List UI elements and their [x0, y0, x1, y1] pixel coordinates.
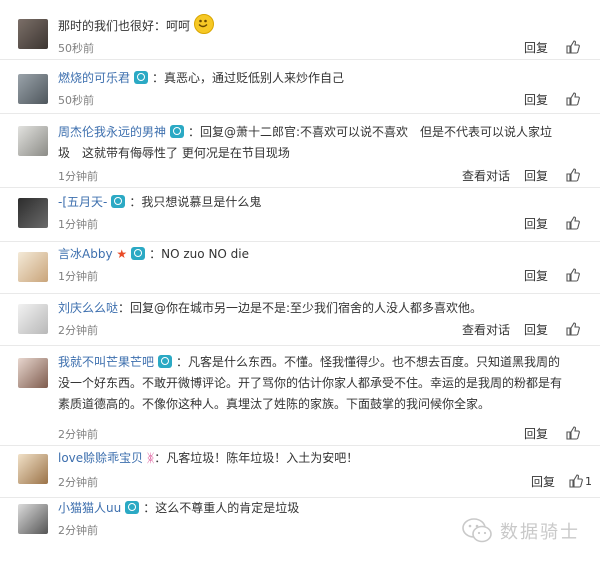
comment-item: 我就不叫芒果芒吧 ：凡客是什么东西。不懂。怪我懂得少。也不想去百度。只知道黑我周的…	[0, 346, 600, 446]
comment-text: love赊赊乖宝贝 ᛤ：凡客垃圾！陈年垃圾！入土为安吧！	[58, 451, 359, 465]
wechat-icon	[462, 518, 492, 543]
comment-item: -[五月天- ：我只想说慕旦是什么鬼 1分钟前 回复	[0, 188, 600, 242]
avatar[interactable]	[18, 19, 48, 49]
thumbs-up-icon	[566, 168, 580, 182]
like-button[interactable]	[562, 424, 584, 442]
camera-badge-icon	[158, 355, 173, 368]
camera-badge-icon	[170, 125, 185, 138]
avatar[interactable]	[18, 198, 48, 228]
avatar[interactable]	[18, 304, 48, 334]
comment-item: 言冰Abby ★ ：NO zuo NO die 1分钟前 回复	[0, 242, 600, 294]
username-link[interactable]: -[五月天-	[58, 195, 107, 209]
comment-item: 燃烧的可乐君 ：真恶心，通过贬低别人来炒作自己 50秒前 回复	[0, 60, 600, 114]
like-button[interactable]: 1	[569, 472, 592, 490]
avatar[interactable]	[18, 74, 48, 104]
comment-time: 2分钟前	[58, 476, 98, 489]
camera-badge-icon	[131, 247, 146, 260]
watermark: 数据骑士	[462, 518, 580, 544]
avatar[interactable]	[18, 358, 48, 388]
thumbs-up-icon	[566, 268, 580, 282]
comment-time: 50秒前	[58, 94, 94, 107]
comment-time: 2分钟前	[58, 428, 98, 441]
comment-time: 50秒前	[58, 42, 94, 55]
like-button[interactable]	[562, 214, 584, 232]
reply-button[interactable]: 回复	[524, 425, 548, 442]
username-link[interactable]: 燃烧的可乐君	[58, 71, 130, 85]
avatar[interactable]	[18, 504, 48, 534]
username-link[interactable]: 我就不叫芒果芒吧	[58, 355, 154, 369]
camera-badge-icon	[125, 501, 140, 514]
like-button[interactable]	[562, 266, 584, 284]
comment-text: 小猫猫人uu ：这么不尊重人的肯定是垃圾	[58, 501, 300, 515]
thumbs-up-icon	[569, 474, 583, 488]
reply-button[interactable]: 回复	[524, 91, 548, 108]
comment-text: 那时的我们也很好：呵呵	[58, 14, 562, 37]
username-link[interactable]: 小猫猫人uu	[58, 501, 121, 515]
comment-time: 1分钟前	[58, 218, 98, 231]
like-button[interactable]	[562, 38, 584, 56]
avatar[interactable]	[18, 252, 48, 282]
comment-text: 刘庆么么哒：回复@你在城市另一边是不是:至少我们宿舍的人没人都多喜欢他。	[58, 301, 483, 315]
comment-item: 那时的我们也很好：呵呵 50秒前 回复	[0, 0, 600, 60]
avatar[interactable]	[18, 126, 48, 156]
comment-text: 周杰伦我永远的男神 ：回复@萧十二郎官:不喜欢可以说不喜欢 但是不代表可以说人家垃…	[58, 125, 553, 160]
username-link[interactable]: love赊赊乖宝贝	[58, 451, 143, 465]
view-conversation-button[interactable]: 查看对话	[462, 321, 510, 338]
thumbs-up-icon	[566, 40, 580, 54]
comment-time: 2分钟前	[58, 324, 98, 337]
comment-list: 那时的我们也很好：呵呵 50秒前 回复 燃烧的可乐君 ：真恶心，通过贬低别人来炒…	[0, 0, 600, 562]
camera-badge-icon	[134, 71, 149, 84]
avatar[interactable]	[18, 454, 48, 484]
comment-item: love赊赊乖宝贝 ᛤ：凡客垃圾！陈年垃圾！入土为安吧！ 2分钟前 回复 1	[0, 446, 600, 498]
reply-button[interactable]: 回复	[524, 321, 548, 338]
comment-text: -[五月天- ：我只想说慕旦是什么鬼	[58, 195, 262, 209]
thumbs-up-icon	[566, 216, 580, 230]
camera-badge-icon	[111, 195, 126, 208]
reply-button[interactable]: 回复	[531, 473, 555, 490]
view-conversation-button[interactable]: 查看对话	[462, 167, 510, 184]
username-link[interactable]: 周杰伦我永远的男神	[58, 125, 166, 139]
comment-text: 言冰Abby ★ ：NO zuo NO die	[58, 247, 250, 261]
comment-text: 我就不叫芒果芒吧 ：凡客是什么东西。不懂。怪我懂得少。也不想去百度。只知道黑我周的…	[58, 355, 563, 411]
username-link[interactable]: 言冰Abby	[58, 247, 113, 261]
smile-emoji-icon	[193, 14, 214, 34]
thumbs-up-icon	[566, 426, 580, 440]
reply-button[interactable]: 回复	[524, 215, 548, 232]
comment-text: 燃烧的可乐君 ：真恶心，通过贬低别人来炒作自己	[58, 71, 345, 85]
comment-time: 1分钟前	[58, 170, 98, 183]
like-button[interactable]	[562, 90, 584, 108]
comment-item: 周杰伦我永远的男神 ：回复@萧十二郎官:不喜欢可以说不喜欢 但是不代表可以说人家垃…	[0, 114, 600, 188]
star-icon: ★	[116, 247, 128, 261]
reply-button[interactable]: 回复	[524, 267, 548, 284]
comment-item: 刘庆么么哒：回复@你在城市另一边是不是:至少我们宿舍的人没人都多喜欢他。 2分钟…	[0, 294, 600, 346]
thumbs-up-icon	[566, 92, 580, 106]
reply-button[interactable]: 回复	[524, 167, 548, 184]
thumbs-up-icon	[566, 322, 580, 336]
reply-button[interactable]: 回复	[524, 39, 548, 56]
like-button[interactable]	[562, 166, 584, 184]
like-count: 1	[585, 474, 592, 488]
comment-time: 2分钟前	[58, 524, 98, 537]
comment-time: 1分钟前	[58, 270, 98, 283]
like-button[interactable]	[562, 320, 584, 338]
watermark-text: 数据骑士	[500, 522, 580, 543]
username-link[interactable]: 刘庆么么哒	[58, 301, 118, 315]
